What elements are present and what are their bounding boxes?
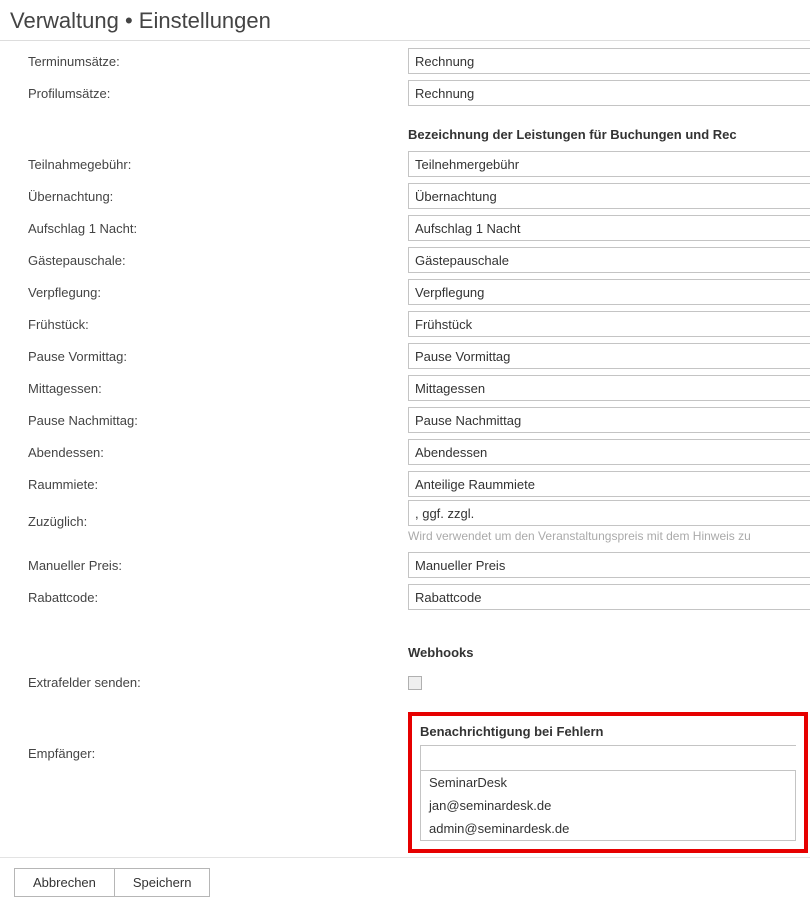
form-content: Terminumsätze: Profilumsätze: Bezeichnun… — [0, 41, 810, 857]
label-profilumsaetze: Profilumsätze: — [28, 86, 408, 101]
input-aufschlag1nacht[interactable] — [408, 215, 810, 241]
label-fruehstueck: Frühstück: — [28, 317, 408, 332]
input-terminumsaetze[interactable] — [408, 48, 810, 74]
input-gaestepauschale[interactable] — [408, 247, 810, 273]
label-verpflegung: Verpflegung: — [28, 285, 408, 300]
highlight-benachrichtigung: Benachrichtigung bei Fehlern SeminarDesk… — [408, 712, 808, 853]
label-raummiete: Raummiete: — [28, 477, 408, 492]
input-manueller-preis[interactable] — [408, 552, 810, 578]
input-mittagessen[interactable] — [408, 375, 810, 401]
label-extrafelder-senden: Extrafelder senden: — [28, 675, 408, 690]
label-teilnahmegebuehr: Teilnahmegebühr: — [28, 157, 408, 172]
label-uebernachtung: Übernachtung: — [28, 189, 408, 204]
input-zuzueglich[interactable] — [408, 500, 810, 526]
section-benachrichtigung: Benachrichtigung bei Fehlern — [420, 722, 796, 745]
input-pause-nachmittag[interactable] — [408, 407, 810, 433]
label-pause-vormittag: Pause Vormittag: — [28, 349, 408, 364]
input-profilumsaetze[interactable] — [408, 80, 810, 106]
label-zuzueglich: Zuzüglich: — [28, 514, 408, 529]
label-rabattcode: Rabattcode: — [28, 590, 408, 605]
section-webhooks: Webhooks — [408, 627, 810, 666]
dropdown-item[interactable]: SeminarDesk — [421, 771, 795, 794]
hint-zuzueglich: Wird verwendet um den Veranstaltungsprei… — [408, 526, 810, 543]
label-terminumsaetze: Terminumsätze: — [28, 54, 408, 69]
dropdown-empfaenger: SeminarDesk jan@seminardesk.de admin@sem… — [420, 771, 796, 841]
label-aufschlag1nacht: Aufschlag 1 Nacht: — [28, 221, 408, 236]
input-rabattcode[interactable] — [408, 584, 810, 610]
label-manueller-preis: Manueller Preis: — [28, 558, 408, 573]
label-empfaenger: Empfänger: — [28, 712, 408, 761]
page-title: Verwaltung • Einstellungen — [0, 0, 810, 41]
input-teilnahmegebuehr[interactable] — [408, 151, 810, 177]
input-empfaenger[interactable] — [420, 745, 796, 771]
input-fruehstueck[interactable] — [408, 311, 810, 337]
dropdown-item[interactable]: admin@seminardesk.de — [421, 817, 795, 840]
input-abendessen[interactable] — [408, 439, 810, 465]
dropdown-item[interactable]: jan@seminardesk.de — [421, 794, 795, 817]
save-button[interactable]: Speichern — [115, 868, 211, 897]
input-verpflegung[interactable] — [408, 279, 810, 305]
checkbox-extrafelder-senden[interactable] — [408, 676, 422, 690]
input-pause-vormittag[interactable] — [408, 343, 810, 369]
label-gaestepauschale: Gästepauschale: — [28, 253, 408, 268]
cancel-button[interactable]: Abbrechen — [14, 868, 115, 897]
label-mittagessen: Mittagessen: — [28, 381, 408, 396]
label-abendessen: Abendessen: — [28, 445, 408, 460]
input-raummiete[interactable] — [408, 471, 810, 497]
label-pause-nachmittag: Pause Nachmittag: — [28, 413, 408, 428]
input-uebernachtung[interactable] — [408, 183, 810, 209]
footer-buttons: Abbrechen Speichern — [0, 857, 810, 907]
section-leistungen: Bezeichnung der Leistungen für Buchungen… — [408, 109, 810, 148]
